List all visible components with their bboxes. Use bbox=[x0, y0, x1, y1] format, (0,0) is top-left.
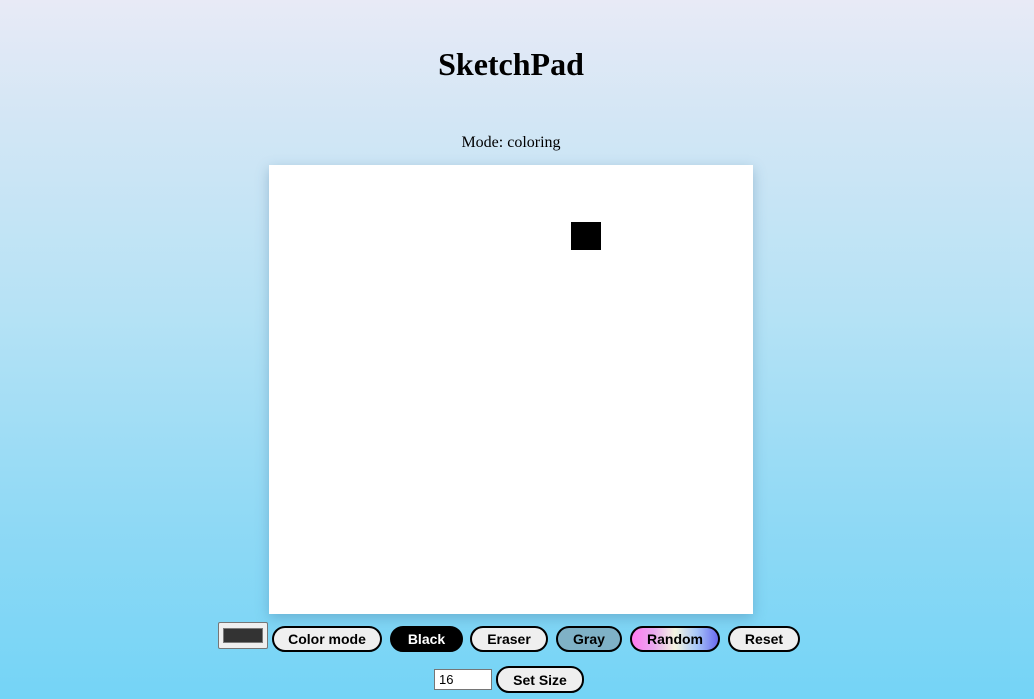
app-title: SketchPad bbox=[438, 46, 584, 82]
grid-size-input[interactable] bbox=[434, 669, 492, 690]
sketch-grid[interactable] bbox=[269, 165, 753, 614]
reset-button[interactable]: Reset bbox=[728, 626, 800, 652]
color-picker[interactable] bbox=[218, 622, 268, 649]
black-button[interactable]: Black bbox=[390, 626, 463, 652]
set-size-button[interactable]: Set Size bbox=[496, 666, 584, 693]
controls-toolbar: Color mode Black Eraser Gray Random Rese… bbox=[0, 622, 1034, 656]
color-mode-button[interactable]: Color mode bbox=[272, 626, 382, 652]
grid-cell-filled[interactable] bbox=[571, 222, 601, 250]
mode-status: Mode: coloring bbox=[461, 134, 561, 151]
size-row: Set Size bbox=[0, 666, 1034, 694]
eraser-button[interactable]: Eraser bbox=[470, 626, 548, 652]
random-button[interactable]: Random bbox=[630, 626, 720, 652]
color-swatch bbox=[223, 628, 263, 643]
gray-button[interactable]: Gray bbox=[556, 626, 622, 652]
